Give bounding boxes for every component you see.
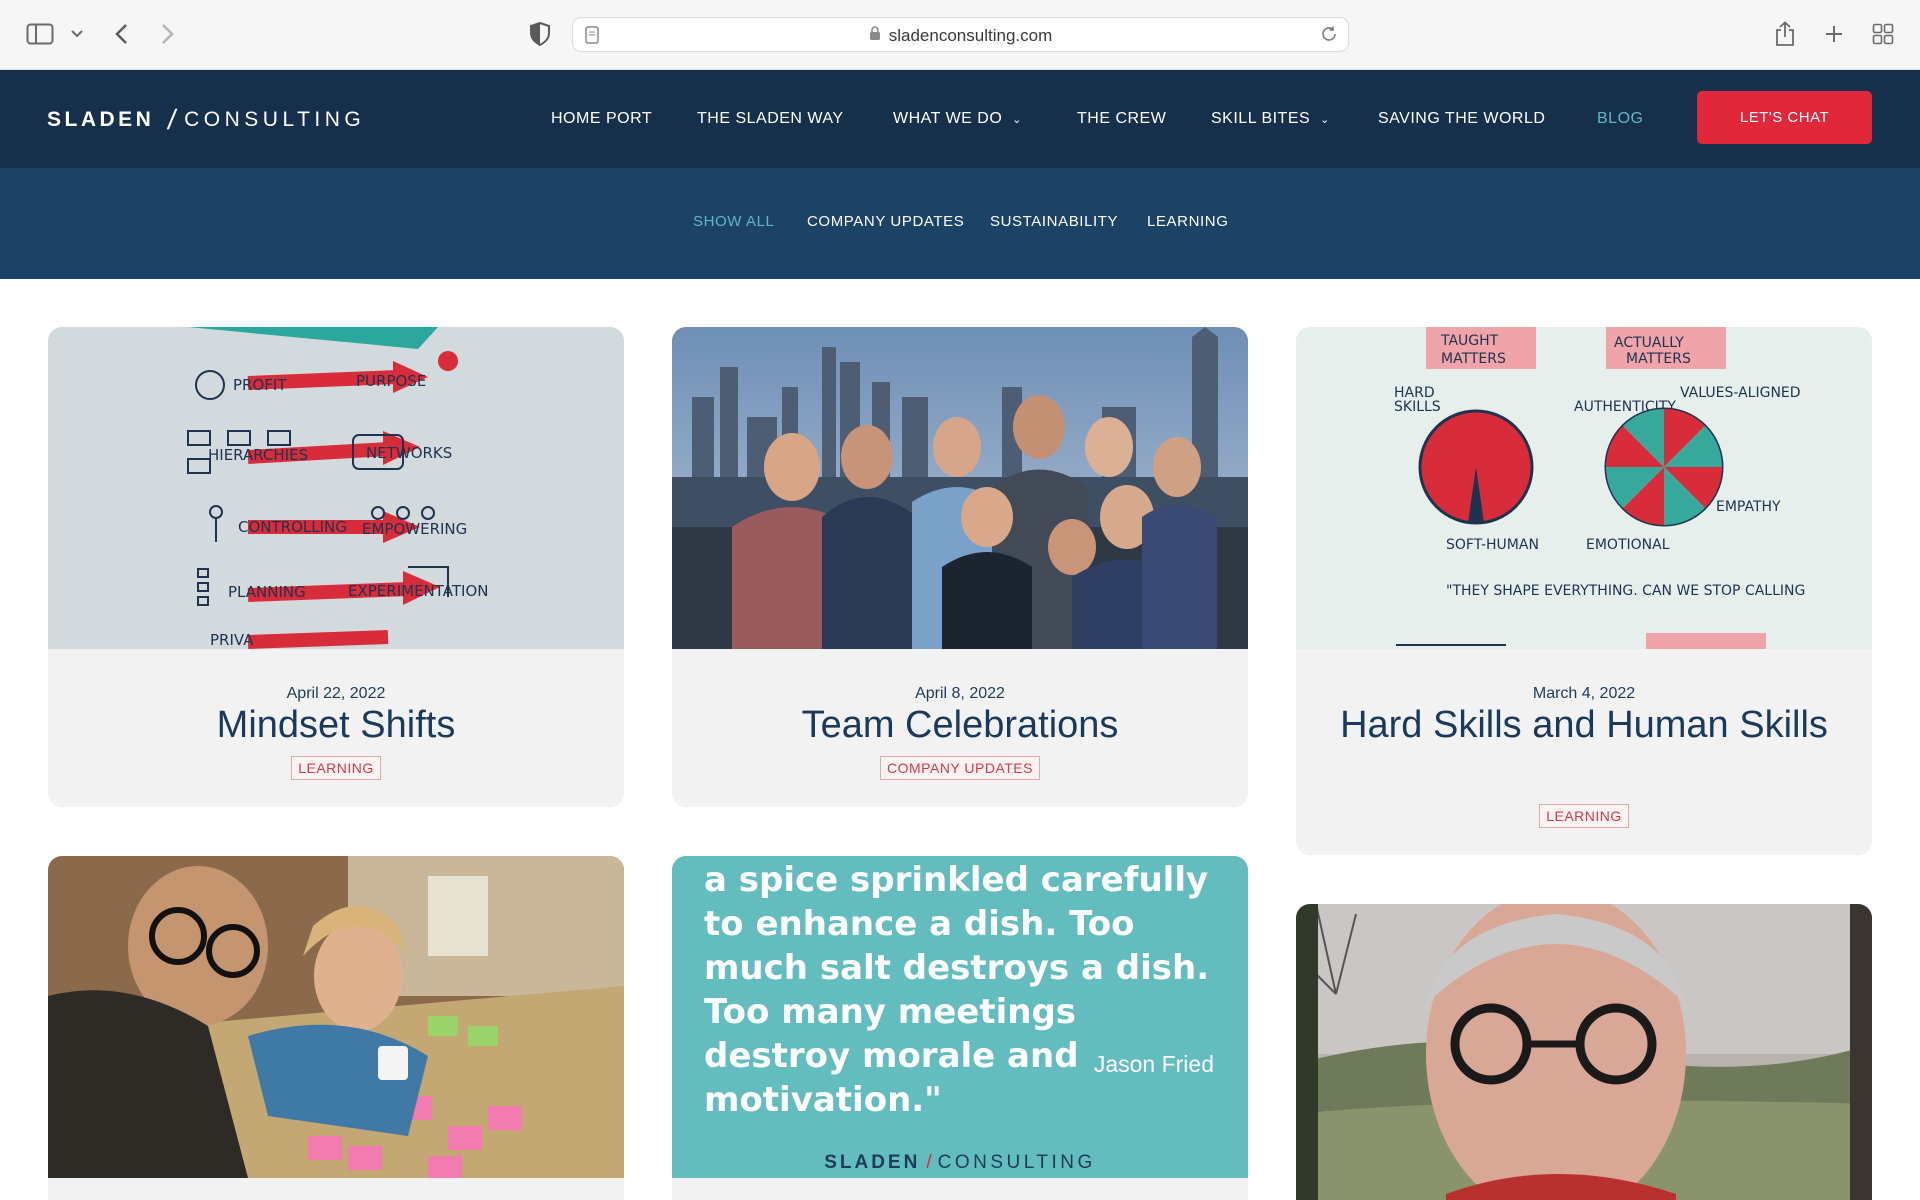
nav-skill-bites[interactable]: SKILL BITES ⌄	[1211, 110, 1330, 128]
post-title[interactable]: Hard Skills and Human Skills	[1326, 701, 1842, 749]
post-image-hard-skills[interactable]: TAUGHT MATTERS ACTUALLY MATTERS HARD SKILLS…	[1296, 327, 1872, 649]
svg-text:EMOTIONAL: EMOTIONAL	[1586, 537, 1670, 553]
svg-text:NETWORKS: NETWORKS	[366, 444, 452, 462]
privacy-shield-icon[interactable]	[525, 19, 555, 49]
nav-the-sladen-way[interactable]: THE SLADEN WAY	[697, 110, 844, 128]
address-bar[interactable]: sladenconsulting.com	[572, 17, 1349, 52]
filter-company-updates[interactable]: COMPANY UPDATES	[807, 213, 964, 230]
svg-text:ACTUALLY: ACTUALLY	[1614, 335, 1684, 351]
chevron-down-icon: ⌄	[1320, 113, 1330, 126]
post-image-quote-card[interactable]: a spice sprinkled carefully to enhance a…	[672, 856, 1248, 1178]
svg-text:"THEY SHAPE EVERYTHING. CAN WE: "THEY SHAPE EVERYTHING. CAN WE STOP CALL…	[1446, 583, 1805, 599]
svg-text:EMPATHY: EMPATHY	[1716, 499, 1781, 515]
nav-what-we-do[interactable]: WHAT WE DO ⌄	[893, 110, 1022, 128]
svg-text:MATTERS: MATTERS	[1626, 351, 1691, 367]
logo-primary: SLADEN	[47, 108, 155, 131]
svg-text:PRIVA: PRIVA	[210, 631, 254, 649]
svg-text:SOFT-HUMAN: SOFT-HUMAN	[1446, 537, 1539, 553]
back-icon[interactable]	[106, 19, 136, 49]
svg-text:EXPERIMENTATION: EXPERIMENTATION	[348, 582, 488, 600]
post-image-mindset-shifts[interactable]: PROFIT PURPOSE HIERARCHIES NETWORKS CONTRO…	[48, 327, 624, 649]
nav-saving-the-world[interactable]: SAVING THE WORLD	[1378, 110, 1545, 128]
lock-icon	[869, 25, 881, 46]
post-title[interactable]: Mindset Shifts	[78, 701, 594, 749]
logo-slash: /	[166, 104, 179, 135]
tab-overview-icon[interactable]	[1868, 19, 1898, 49]
chevron-down-icon[interactable]	[62, 19, 92, 49]
blog-post-card[interactable]: April 8, 2022 Team Celebrations COMPANY …	[672, 327, 1248, 807]
svg-text:SKILLS: SKILLS	[1394, 399, 1441, 415]
logo-secondary: CONSULTING	[184, 108, 366, 131]
svg-text:PLANNING: PLANNING	[228, 583, 306, 601]
post-image-team-celebrations[interactable]	[672, 327, 1248, 649]
svg-text:EMPOWERING: EMPOWERING	[362, 520, 467, 538]
lets-chat-button[interactable]: LET'S CHAT	[1697, 91, 1872, 144]
nav-home-port[interactable]: HOME PORT	[551, 110, 652, 128]
post-category-tag[interactable]: COMPANY UPDATES	[880, 756, 1040, 780]
sidebar-toggle-icon[interactable]	[25, 19, 55, 49]
svg-text:CONTROLLING: CONTROLLING	[238, 518, 347, 536]
blog-post-card[interactable]	[48, 856, 624, 1200]
forward-icon[interactable]	[153, 19, 183, 49]
svg-text:VALUES-ALIGNED: VALUES-ALIGNED	[1680, 385, 1801, 401]
svg-text:PROFIT: PROFIT	[233, 376, 287, 394]
nav-blog[interactable]: BLOG	[1597, 110, 1643, 128]
url-text: sladenconsulting.com	[888, 25, 1053, 45]
blog-post-card[interactable]: TAUGHT MATTERS ACTUALLY MATTERS HARD SKILLS…	[1296, 327, 1872, 855]
post-image-man-outdoors[interactable]	[1296, 904, 1872, 1200]
reload-icon[interactable]	[1320, 25, 1338, 48]
blog-post-card[interactable]: PROFIT PURPOSE HIERARCHIES NETWORKS CONTRO…	[48, 327, 624, 807]
filter-sustainability[interactable]: SUSTAINABILITY	[990, 213, 1118, 230]
quote-text: a spice sprinkled carefully to enhance a…	[704, 860, 1210, 1120]
svg-text:MATTERS: MATTERS	[1441, 351, 1506, 367]
blog-post-card[interactable]	[1296, 904, 1872, 1200]
filter-show-all[interactable]: SHOW ALL	[693, 213, 775, 230]
post-image-sticky-notes-workshop[interactable]	[48, 856, 624, 1178]
svg-text:TAUGHT: TAUGHT	[1440, 333, 1499, 349]
post-title[interactable]: Team Celebrations	[702, 701, 1218, 749]
category-filter-bar: SHOW ALL COMPANY UPDATES SUSTAINABILITY …	[0, 168, 1920, 279]
site-header: SLADEN / CONSULTING HOME PORT THE SLADEN…	[0, 70, 1920, 168]
post-category-tag[interactable]: LEARNING	[291, 756, 381, 780]
quote-card-logo: SLADEN / CONSULTING	[824, 1152, 1096, 1173]
site-logo[interactable]: SLADEN / CONSULTING	[47, 104, 365, 136]
browser-toolbar: sladenconsulting.com	[0, 0, 1920, 70]
svg-text:PURPOSE: PURPOSE	[356, 372, 426, 390]
blog-post-card[interactable]: a spice sprinkled carefully to enhance a…	[672, 856, 1248, 1200]
chevron-down-icon: ⌄	[1012, 113, 1023, 126]
quote-author: Jason Fried	[1093, 1051, 1214, 1077]
new-tab-icon[interactable]	[1819, 19, 1849, 49]
filter-learning[interactable]: LEARNING	[1147, 213, 1229, 230]
svg-text:HIERARCHIES: HIERARCHIES	[208, 446, 308, 464]
share-icon[interactable]	[1770, 19, 1800, 49]
post-category-tag[interactable]: LEARNING	[1539, 804, 1629, 828]
nav-the-crew[interactable]: THE CREW	[1077, 110, 1166, 128]
